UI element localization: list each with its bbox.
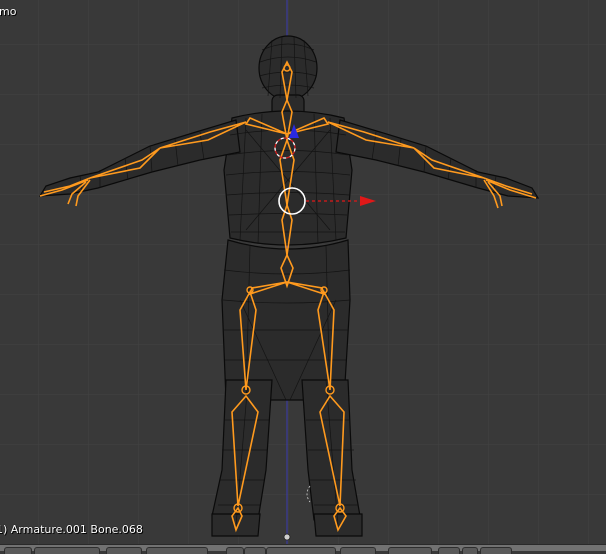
layers-button[interactable]: [388, 547, 432, 554]
select-menu-button[interactable]: [106, 547, 142, 554]
object-info-label: 1) Armature.001 Bone.068: [0, 523, 143, 536]
view-name-label: mo: [0, 5, 17, 18]
pose-menu-button[interactable]: [146, 547, 208, 554]
view-menu-button[interactable]: [34, 547, 100, 554]
snap-target-button[interactable]: [462, 547, 478, 554]
viewport-canvas[interactable]: [0, 0, 606, 544]
object-origin: [283, 533, 291, 541]
render-button[interactable]: [480, 547, 512, 554]
3d-viewport[interactable]: mo 1) Armature.001 Bone.068: [0, 0, 606, 544]
manipulator-toggle-button[interactable]: [340, 547, 376, 554]
pivot-selector-button[interactable]: [266, 547, 336, 554]
mode-selector-button[interactable]: [226, 547, 244, 554]
snap-button[interactable]: [438, 547, 460, 554]
shading-selector-button[interactable]: [244, 547, 266, 554]
editor-type-button[interactable]: [4, 547, 32, 554]
